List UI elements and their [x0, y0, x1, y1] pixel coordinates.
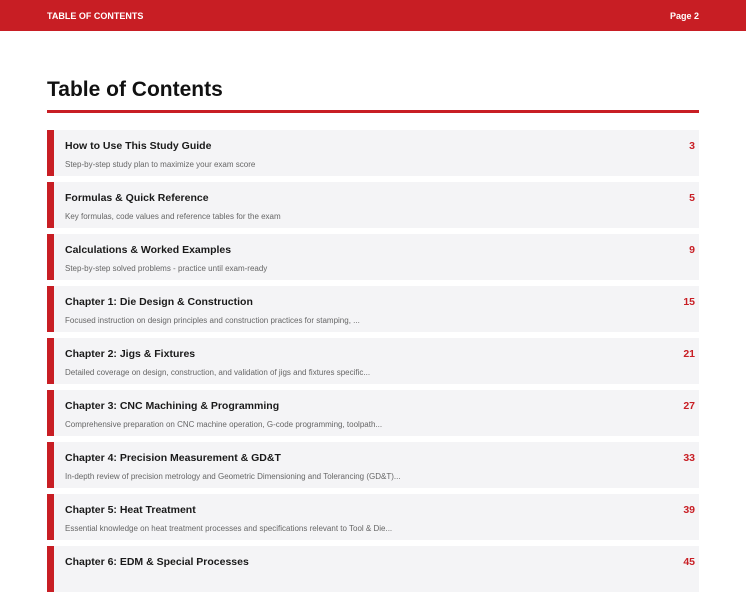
toc-entry-page: 15 [683, 296, 695, 308]
toc-entry-page: 21 [683, 348, 695, 360]
toc-entry[interactable]: Chapter 1: Die Design & Construction Foc… [47, 286, 699, 332]
title-divider [47, 110, 699, 113]
toc-entry-page: 33 [683, 452, 695, 464]
toc-entry-page: 45 [683, 556, 695, 568]
toc-entry-description: In-depth review of precision metrology a… [65, 472, 401, 481]
toc-entry-page: 27 [683, 400, 695, 412]
toc-entry-description: Essential knowledge on heat treatment pr… [65, 524, 393, 533]
page-title: Table of Contents [47, 78, 223, 101]
toc-entry-title: Formulas & Quick Reference [65, 192, 209, 204]
toc-entry-description: Focused instruction on design principles… [65, 316, 360, 325]
toc-entry[interactable]: Calculations & Worked Examples Step-by-s… [47, 234, 699, 280]
toc-entry-description: Key formulas, code values and reference … [65, 212, 281, 221]
toc-entry[interactable]: Chapter 4: Precision Measurement & GD&T … [47, 442, 699, 488]
toc-entry-description: Comprehensive preparation on CNC machine… [65, 420, 383, 429]
toc-entry[interactable]: Chapter 2: Jigs & Fixtures Detailed cove… [47, 338, 699, 384]
toc-entry[interactable]: Chapter 3: CNC Machining & Programming C… [47, 390, 699, 436]
toc-list: How to Use This Study Guide Step-by-step… [47, 130, 699, 598]
toc-entry[interactable]: Formulas & Quick Reference Key formulas,… [47, 182, 699, 228]
toc-entry-title: Chapter 5: Heat Treatment [65, 504, 196, 516]
header-section-label: TABLE OF CONTENTS [47, 11, 144, 21]
toc-entry-page: 39 [683, 504, 695, 516]
header-page-number: Page 2 [669, 11, 699, 21]
toc-entry-title: Chapter 1: Die Design & Construction [65, 296, 253, 308]
toc-entry-description: Step-by-step study plan to maximize your… [65, 160, 256, 169]
toc-entry-title: Chapter 6: EDM & Special Processes [65, 556, 249, 568]
toc-entry-page: 3 [689, 140, 695, 152]
toc-entry-description: Step-by-step solved problems - practice … [65, 264, 268, 273]
toc-entry-title: Chapter 2: Jigs & Fixtures [65, 348, 196, 360]
toc-entry-title: Chapter 3: CNC Machining & Programming [65, 400, 280, 412]
toc-entry[interactable]: How to Use This Study Guide Step-by-step… [47, 130, 699, 176]
toc-entry-page: 5 [689, 192, 695, 204]
toc-entry[interactable]: Chapter 5: Heat Treatment Essential know… [47, 494, 699, 540]
toc-entry[interactable]: Chapter 6: EDM & Special Processes 45 [47, 546, 699, 592]
page-header-bar: TABLE OF CONTENTS Page 2 [0, 0, 746, 31]
toc-entry-page: 9 [689, 244, 695, 256]
toc-entry-description: Detailed coverage on design, constructio… [65, 368, 371, 377]
toc-entry-title: How to Use This Study Guide [65, 140, 212, 152]
toc-entry-title: Chapter 4: Precision Measurement & GD&T [65, 452, 281, 464]
toc-entry-title: Calculations & Worked Examples [65, 244, 232, 256]
